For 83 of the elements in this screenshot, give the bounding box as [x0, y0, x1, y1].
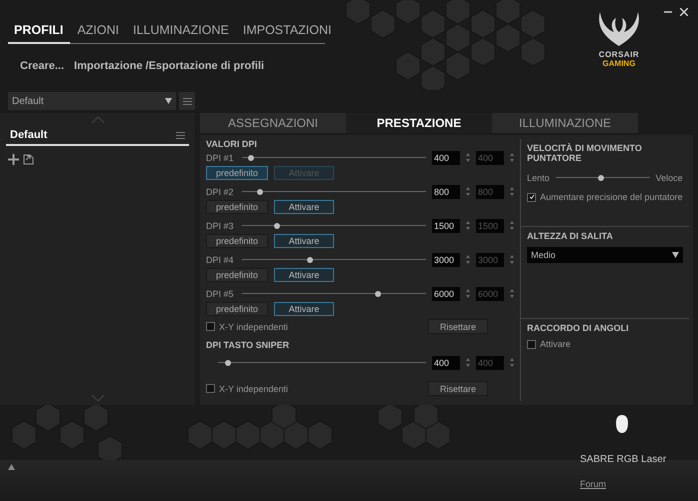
slider-thumb[interactable]	[248, 154, 254, 160]
default-button[interactable]: predefinito	[206, 302, 268, 316]
profile-item[interactable]: Default	[6, 123, 189, 146]
section-title: ALTEZZA DI SALITA	[527, 231, 614, 241]
checkbox-label: X-Y independenti	[219, 384, 288, 394]
default-button[interactable]: predefinito	[206, 200, 268, 214]
checkbox[interactable]	[206, 322, 215, 331]
dpi-label: DPI #3	[206, 220, 235, 230]
spinner-arrows-icon[interactable]	[510, 358, 514, 367]
logo-text: CORSAIR	[598, 50, 640, 59]
reset-button[interactable]: Risettare	[428, 381, 488, 396]
checkbox[interactable]	[527, 340, 536, 348]
checkbox[interactable]	[527, 192, 536, 202]
spinner-arrows-icon[interactable]	[466, 187, 470, 196]
subnav-link[interactable]: Importazione /Esportazione di profili	[74, 60, 264, 72]
dpi-x-field[interactable]: 3000	[432, 252, 460, 266]
profile-dropdown[interactable]: Default	[8, 92, 176, 110]
checkbox[interactable]	[206, 384, 215, 393]
close-icon[interactable]	[680, 8, 688, 16]
slider-thumb[interactable]	[225, 360, 232, 366]
dpi-x-field[interactable]: 6000	[432, 286, 460, 300]
tab[interactable]: ASSEGNAZIONI	[200, 113, 346, 133]
dpi-label: DPI #5	[206, 288, 235, 298]
mouse-icon	[616, 415, 628, 433]
tab[interactable]: ILLUMINAZIONE	[492, 113, 638, 133]
checkbox-label: Attivare	[540, 339, 571, 349]
dropdown-arrow-icon	[165, 98, 172, 104]
menu-icon[interactable]	[176, 132, 185, 138]
spinner-arrows-icon[interactable]	[466, 153, 470, 162]
dpi-x-field[interactable]: 400	[432, 356, 460, 370]
slider-thumb[interactable]	[598, 174, 604, 180]
spinner-arrows-icon[interactable]	[510, 187, 514, 196]
menu-button[interactable]	[179, 92, 195, 110]
dpi-x-field[interactable]: 800	[432, 184, 460, 198]
chevron-up-icon[interactable]	[92, 117, 104, 123]
nav-tab[interactable]: PROFILI	[8, 20, 70, 44]
chevron-down-icon[interactable]	[92, 395, 104, 401]
subnav-link[interactable]: Creare...	[20, 60, 64, 72]
slider-min-label: Lento	[527, 172, 550, 182]
spinner-arrows-icon[interactable]	[466, 221, 470, 230]
logo-text: GAMING	[602, 59, 636, 68]
nav-tab[interactable]: ILLUMINAZIONE	[126, 20, 236, 44]
menu-icon[interactable]	[182, 98, 192, 104]
section-title: VALORI DPI	[206, 139, 258, 149]
activate-button[interactable]: Attivare	[274, 200, 334, 214]
default-button[interactable]: predefinito	[206, 166, 268, 180]
dpi-label: DPI #2	[206, 186, 235, 196]
dpi-x-field[interactable]: 1500	[432, 218, 460, 232]
spinner-arrows-icon[interactable]	[466, 289, 470, 298]
default-button[interactable]: predefinito	[206, 268, 268, 282]
activate-button[interactable]: Attivare	[274, 234, 334, 248]
lift-height-select[interactable]: Medio	[527, 247, 683, 263]
slider-max-label: Veloce	[656, 172, 683, 182]
section-title: RACCORDO DI ANGOLI	[527, 323, 630, 333]
slider-thumb[interactable]	[307, 256, 314, 262]
spinner-arrows-icon[interactable]	[466, 358, 470, 367]
forum-link[interactable]: Forum	[580, 479, 606, 489]
spinner-arrows-icon[interactable]	[510, 289, 514, 298]
activate-button[interactable]: Attivare	[274, 268, 334, 282]
slider-thumb[interactable]	[274, 222, 280, 228]
plus-icon[interactable]	[8, 154, 19, 165]
spinner-arrows-icon[interactable]	[510, 153, 514, 162]
activate-button[interactable]: Attivare	[274, 302, 334, 316]
slider-thumb[interactable]	[375, 290, 382, 296]
import-icon[interactable]	[23, 154, 34, 165]
nav-tab[interactable]: IMPOSTAZIONI	[236, 20, 339, 44]
nav-tab[interactable]: AZIONI	[70, 20, 126, 44]
triangle-up-icon[interactable]	[8, 464, 15, 470]
checkbox-label: X-Y independenti	[219, 322, 288, 332]
spinner-arrows-icon[interactable]	[510, 255, 514, 264]
slider-thumb[interactable]	[257, 188, 264, 194]
spinner-arrows-icon[interactable]	[510, 221, 514, 230]
spinner-arrows-icon[interactable]	[466, 255, 470, 264]
section-title: VELOCITÀ DI MOVIMENTO PUNTATORE	[527, 143, 643, 163]
dropdown-arrow-icon	[672, 252, 679, 258]
reset-button[interactable]: Risettare	[428, 319, 488, 334]
device-name: SABRE RGB Laser	[580, 454, 666, 465]
default-button[interactable]: predefinito	[206, 234, 268, 248]
section-title: DPI TASTO SNIPER	[206, 340, 290, 350]
dpi-x-field[interactable]: 400	[432, 150, 460, 164]
dpi-label: DPI #1	[206, 152, 235, 162]
dpi-label: DPI #4	[206, 254, 235, 264]
checkbox-label: Aumentare precisione del puntatore	[540, 192, 683, 202]
